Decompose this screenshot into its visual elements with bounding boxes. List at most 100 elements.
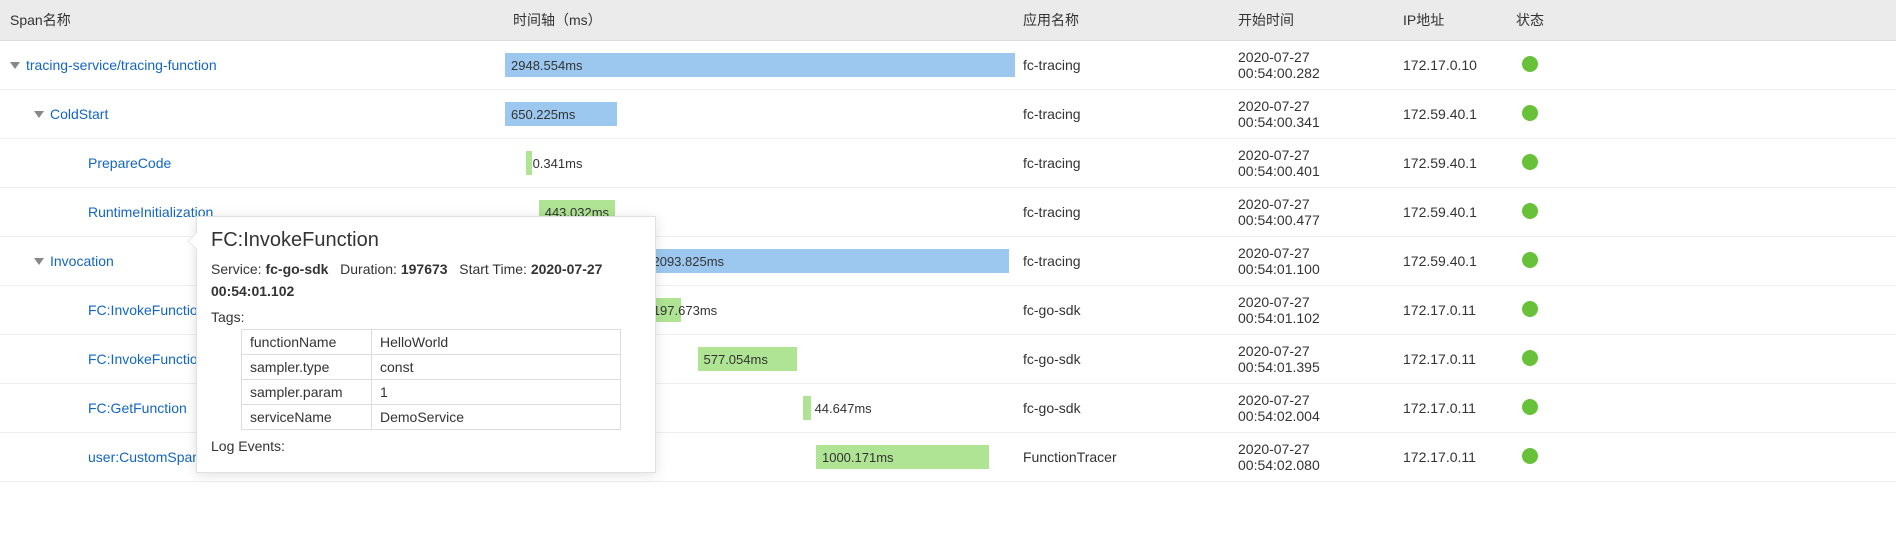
tag-row: serviceNameDemoService: [242, 404, 621, 429]
status-cell: [1500, 244, 1560, 279]
ip-address: 172.17.0.11: [1395, 294, 1500, 326]
start-time: 2020-07-27 00:54:00.282: [1230, 41, 1395, 89]
table-header: Span名称 时间轴（ms） 应用名称 开始时间 IP地址 状态: [0, 0, 1896, 41]
app-name: fc-go-sdk: [1015, 294, 1230, 326]
header-start: 开始时间: [1230, 0, 1395, 40]
timeline-bar[interactable]: 1000.171ms: [816, 445, 989, 469]
caret-down-icon[interactable]: [34, 258, 44, 265]
caret-down-icon[interactable]: [10, 62, 20, 69]
header-status: 状态: [1500, 0, 1560, 40]
tooltip-service-label: Service:: [211, 261, 262, 277]
ip-address: 172.59.40.1: [1395, 196, 1500, 228]
timeline-cell: 0.341ms: [505, 145, 1015, 181]
table-row: tracing-service/tracing-function 2948.554…: [0, 41, 1896, 90]
span-link[interactable]: Invocation: [50, 253, 114, 269]
tag-row: sampler.param1: [242, 379, 621, 404]
timeline-bar-label: 0.341ms: [533, 151, 583, 175]
timeline-cell: 2948.554ms: [505, 47, 1015, 83]
span-name-cell: ColdStart: [0, 98, 505, 130]
start-time: 2020-07-27 00:54:01.395: [1230, 335, 1395, 383]
status-ok-icon: [1522, 56, 1538, 72]
caret-down-icon[interactable]: [34, 111, 44, 118]
start-time: 2020-07-27 00:54:02.004: [1230, 384, 1395, 432]
start-time: 2020-07-27 00:54:01.102: [1230, 286, 1395, 334]
timeline-bar[interactable]: 2093.825ms: [646, 249, 1008, 273]
header-span: Span名称: [0, 0, 505, 40]
tag-key: sampler.param: [242, 379, 372, 404]
status-cell: [1500, 391, 1560, 426]
app-name: fc-go-sdk: [1015, 343, 1230, 375]
tooltip-duration-label: Duration:: [340, 261, 397, 277]
status-ok-icon: [1522, 105, 1538, 121]
status-cell: [1500, 195, 1560, 230]
tag-key: functionName: [242, 329, 372, 354]
status-cell: [1500, 48, 1560, 83]
timeline-bar[interactable]: 2948.554ms: [505, 53, 1015, 77]
tooltip-tags-label: Tags:: [211, 309, 641, 325]
ip-address: 172.59.40.1: [1395, 147, 1500, 179]
span-link[interactable]: ColdStart: [50, 106, 108, 122]
status-cell: [1500, 97, 1560, 132]
start-time: 2020-07-27 00:54:00.401: [1230, 139, 1395, 187]
ip-address: 172.59.40.1: [1395, 98, 1500, 130]
app-name: fc-tracing: [1015, 147, 1230, 179]
tooltip-logevents-label: Log Events:: [211, 438, 641, 454]
timeline-bar[interactable]: 577.054ms: [698, 347, 798, 371]
ip-address: 172.17.0.11: [1395, 392, 1500, 424]
app-name: fc-tracing: [1015, 245, 1230, 277]
header-app: 应用名称: [1015, 0, 1230, 40]
tag-value: DemoService: [372, 404, 621, 429]
timeline-cell: 650.225ms: [505, 96, 1015, 132]
status-cell: [1500, 342, 1560, 377]
tooltip-title: FC:InvokeFunction: [211, 229, 641, 252]
app-name: fc-tracing: [1015, 49, 1230, 81]
tag-value: 1: [372, 379, 621, 404]
timeline-bar[interactable]: 650.225ms: [505, 102, 617, 126]
app-name: fc-go-sdk: [1015, 392, 1230, 424]
status-ok-icon: [1522, 448, 1538, 464]
span-tooltip: FC:InvokeFunction Service: fc-go-sdk Dur…: [196, 216, 656, 473]
status-cell: [1500, 146, 1560, 181]
header-ip: IP地址: [1395, 0, 1500, 40]
ip-address: 172.17.0.10: [1395, 49, 1500, 81]
app-name: FunctionTracer: [1015, 441, 1230, 473]
status-ok-icon: [1522, 154, 1538, 170]
tag-row: functionNameHelloWorld: [242, 329, 621, 354]
tooltip-service-value: fc-go-sdk: [265, 261, 328, 277]
table-row: PrepareCode 0.341ms fc-tracing2020-07-27 0…: [0, 139, 1896, 188]
start-time: 2020-07-27 00:54:00.477: [1230, 188, 1395, 236]
status-ok-icon: [1522, 399, 1538, 415]
span-name-cell: tracing-service/tracing-function: [0, 49, 505, 81]
tag-key: serviceName: [242, 404, 372, 429]
start-time: 2020-07-27 00:54:02.080: [1230, 433, 1395, 481]
tag-value: const: [372, 354, 621, 379]
tag-value: HelloWorld: [372, 329, 621, 354]
tooltip-tags-table: functionNameHelloWorldsampler.typeconsts…: [241, 329, 621, 430]
app-name: fc-tracing: [1015, 196, 1230, 228]
span-link[interactable]: FC:InvokeFunction: [88, 302, 206, 318]
timeline-bar[interactable]: [803, 396, 811, 420]
status-ok-icon: [1522, 350, 1538, 366]
tag-key: sampler.type: [242, 354, 372, 379]
tooltip-starttime-label: Start Time:: [459, 261, 527, 277]
status-ok-icon: [1522, 301, 1538, 317]
app-name: fc-tracing: [1015, 98, 1230, 130]
start-time: 2020-07-27 00:54:00.341: [1230, 90, 1395, 138]
tag-row: sampler.typeconst: [242, 354, 621, 379]
status-ok-icon: [1522, 252, 1538, 268]
span-link[interactable]: user:CustomSpan: [88, 449, 200, 465]
start-time: 2020-07-27 00:54:01.100: [1230, 237, 1395, 285]
ip-address: 172.17.0.11: [1395, 441, 1500, 473]
ip-address: 172.17.0.11: [1395, 343, 1500, 375]
span-link[interactable]: RuntimeInitialization: [88, 204, 213, 220]
status-cell: [1500, 293, 1560, 328]
timeline-bar[interactable]: [526, 151, 532, 175]
table-row: ColdStart 650.225ms fc-tracing2020-07-27 0…: [0, 90, 1896, 139]
status-cell: [1500, 440, 1560, 475]
span-link[interactable]: PrepareCode: [88, 155, 171, 171]
span-link[interactable]: FC:InvokeFunction: [88, 351, 206, 367]
span-link[interactable]: tracing-service/tracing-function: [26, 57, 217, 73]
tooltip-meta: Service: fc-go-sdk Duration: 197673 Star…: [211, 258, 641, 303]
ip-address: 172.59.40.1: [1395, 245, 1500, 277]
span-link[interactable]: FC:GetFunction: [88, 400, 187, 416]
